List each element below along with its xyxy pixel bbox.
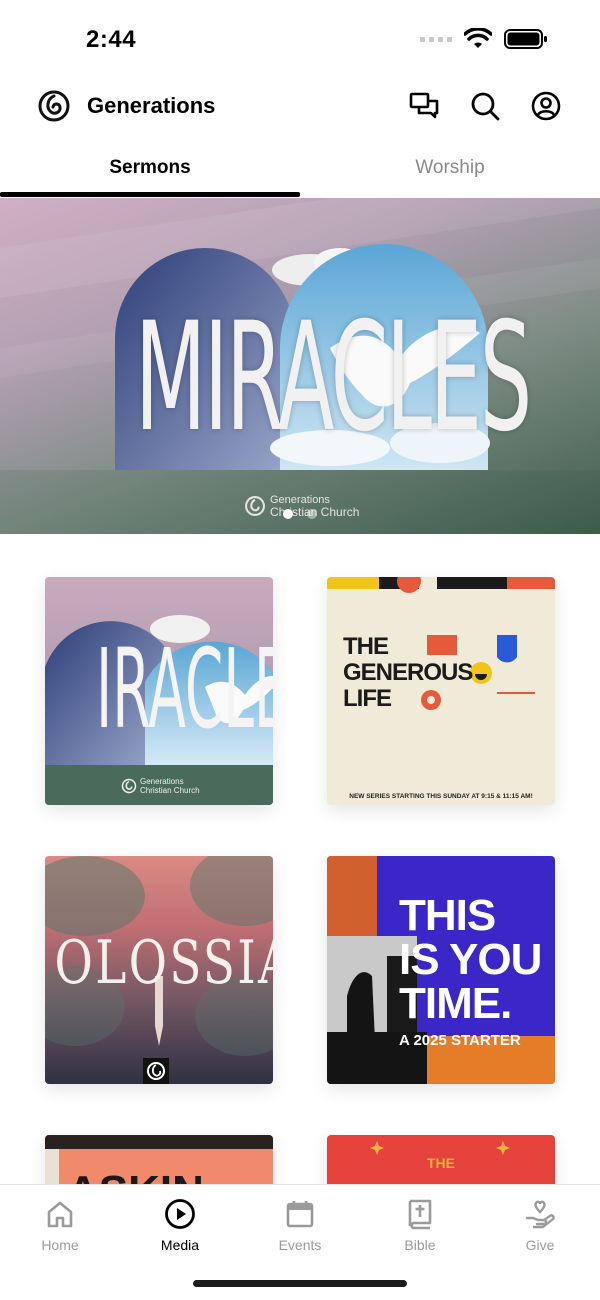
- nav-label: Give: [525, 1237, 555, 1253]
- calendar-icon: [283, 1197, 317, 1231]
- home-icon: [43, 1197, 77, 1231]
- home-indicator[interactable]: [193, 1280, 407, 1287]
- church-logo-icon: [121, 778, 137, 794]
- carousel-pagination: [283, 509, 317, 519]
- carousel-dot-2[interactable]: [307, 509, 317, 519]
- card-title: OLOSSIA: [54, 928, 273, 998]
- carousel-dot-1[interactable]: [283, 509, 293, 519]
- card-title-line1: THIS: [399, 891, 496, 940]
- sermon-card-miracles[interactable]: IRACLE Generations Christian Church: [45, 577, 273, 805]
- media-tabs: Sermons Worship: [0, 140, 600, 198]
- card-brand-line1: Generations: [140, 777, 184, 786]
- card-church-brand: Generations Christian Church: [121, 777, 200, 795]
- nav-home[interactable]: Home: [0, 1197, 120, 1253]
- give-heart-hand-icon: [523, 1197, 557, 1231]
- account-icon[interactable]: [530, 90, 562, 122]
- nav-label: Bible: [404, 1237, 436, 1253]
- card-title-line1: THE: [343, 633, 389, 660]
- sermon-card-colossians[interactable]: OLOSSIA: [45, 856, 273, 1084]
- app-title: Generations: [87, 93, 216, 118]
- nav-give[interactable]: Give: [480, 1197, 600, 1253]
- active-tab-indicator: [0, 192, 300, 197]
- battery-icon: [504, 29, 547, 49]
- play-circle-icon: [163, 1197, 197, 1231]
- card-title-line3: TIME.: [399, 979, 512, 1028]
- status-bar: 2:44: [0, 0, 600, 80]
- card-brand-line2: Christian Church: [140, 786, 200, 795]
- bible-icon: [403, 1197, 437, 1231]
- status-indicators: [420, 28, 548, 50]
- tab-sermons[interactable]: Sermons: [0, 140, 300, 198]
- nav-bible[interactable]: Bible: [360, 1197, 480, 1253]
- cellular-signal-icon: [420, 36, 452, 42]
- card-title: IRACLE: [96, 625, 273, 753]
- church-logo-icon: [245, 496, 265, 516]
- status-time: 2:44: [86, 26, 137, 53]
- nav-label: Media: [160, 1237, 200, 1253]
- card-subtitle: A 2025 STARTER: [399, 1032, 521, 1049]
- nav-label: Events: [278, 1237, 322, 1253]
- wifi-icon: [464, 28, 492, 48]
- sermon-card-this-is-your-time[interactable]: THIS IS YOU TIME. A 2025 STARTER: [327, 856, 555, 1084]
- hero-title: MIRACLES: [135, 291, 532, 465]
- church-logo-icon[interactable]: [38, 90, 70, 122]
- nav-media[interactable]: Media: [120, 1197, 240, 1253]
- featured-sermon-banner[interactable]: MIRACLES Generations Christian Church: [0, 198, 600, 534]
- nav-label: Home: [41, 1237, 79, 1253]
- tab-worship[interactable]: Worship: [300, 140, 600, 198]
- app-header: Generations: [0, 80, 600, 136]
- card-title-line2: GENEROUS: [343, 659, 473, 686]
- chat-icon[interactable]: [408, 90, 440, 122]
- card-title-line3: LIFE: [343, 685, 392, 712]
- card-caption: NEW SERIES STARTING THIS SUNDAY AT 9:15 …: [349, 793, 533, 800]
- sermon-card-generous-life[interactable]: THE GENEROUS LIFE NEW SERIES STARTING TH…: [327, 577, 555, 805]
- nav-events[interactable]: Events: [240, 1197, 360, 1253]
- card-title-line2: IS YOU: [399, 935, 542, 984]
- search-icon[interactable]: [469, 90, 501, 122]
- card-title: THE: [427, 1155, 455, 1171]
